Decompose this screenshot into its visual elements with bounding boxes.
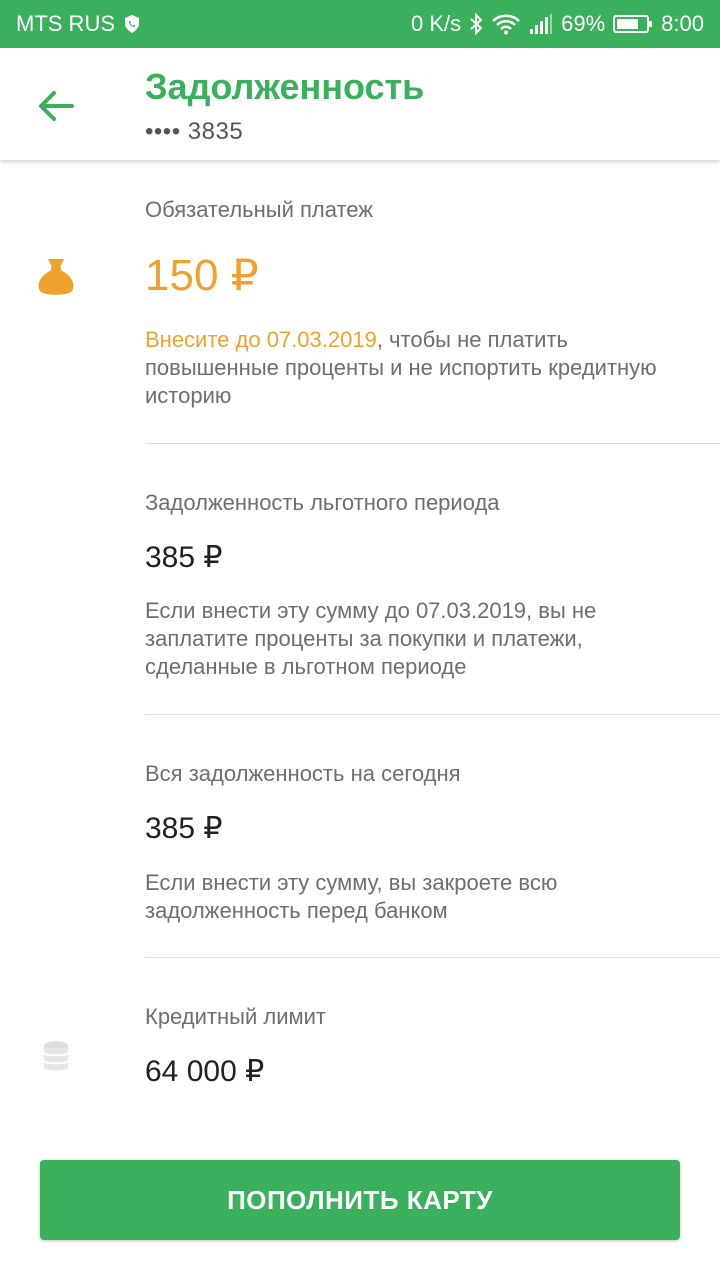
phone-icon: [123, 14, 141, 34]
status-right: 0 K/s 69% 8:00: [411, 11, 704, 37]
wifi-icon: [491, 13, 521, 35]
app-bar: Задолженность •••• 3835: [0, 48, 720, 160]
signal-icon: [529, 13, 553, 35]
bluetooth-icon: [469, 13, 483, 35]
top-up-card-button[interactable]: ПОПОЛНИТЬ КАРТУ: [40, 1160, 680, 1240]
back-button[interactable]: [28, 82, 84, 130]
pay-by-date: Внесите до 07.03.2019: [145, 327, 377, 352]
carrier-name: MTS RUS: [16, 11, 115, 36]
divider: [145, 957, 720, 958]
mandatory-payment-amount: 150 ₽: [145, 251, 259, 300]
back-arrow-icon: [39, 91, 74, 121]
total-debt-amount: 385 ₽: [145, 812, 223, 845]
grace-period-amount: 385 ₽: [145, 541, 223, 574]
status-bar: MTS RUS 0 K/s 69% 8:00: [0, 0, 720, 48]
top-up-card-label: ПОПОЛНИТЬ КАРТУ: [227, 1184, 493, 1215]
credit-limit-amount: 64 000 ₽: [145, 1055, 265, 1088]
page-title: Задолженность: [145, 66, 425, 107]
battery-icon: [613, 14, 653, 34]
battery-level: 69%: [561, 11, 606, 36]
card-number: •••• 3835: [145, 118, 244, 145]
net-speed: 0 K/s: [410, 11, 462, 36]
money-bag-icon: [36, 255, 76, 302]
divider: [145, 443, 720, 444]
total-debt-desc: Если внести эту сумму, вы закроете всю з…: [145, 870, 558, 923]
coin-stack-icon: [42, 1040, 70, 1081]
clock: 8:00: [661, 11, 704, 36]
status-left: MTS RUS: [16, 11, 141, 37]
total-debt-label: Вся задолженность на сегодня: [145, 761, 461, 786]
grace-period-label: Задолженность льготного периода: [145, 490, 500, 515]
mandatory-payment-desc: Внесите до 07.03.2019, чтобы не платить …: [145, 326, 665, 410]
grace-period-desc: Если внести эту сумму до 07.03.2019, вы …: [145, 598, 597, 679]
divider: [145, 714, 720, 715]
mandatory-payment-label: Обязательный платеж: [145, 197, 374, 222]
credit-limit-label: Кредитный лимит: [145, 1004, 326, 1029]
